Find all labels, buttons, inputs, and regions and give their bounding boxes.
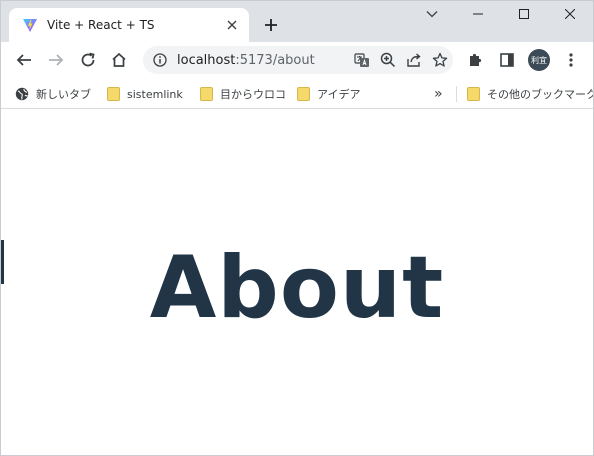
chevron-double-right-icon: »	[434, 86, 443, 102]
bookmarks-bar: 新しいタブ sistemlink 目からウロコ アイデア » その他のブックマー…	[1, 78, 593, 109]
bookmark-label: sistemlink	[127, 87, 183, 101]
new-tab-button[interactable]	[259, 13, 283, 37]
bookmark-folder-sistemlink[interactable]: sistemlink	[107, 83, 183, 105]
folder-icon	[107, 87, 120, 101]
minimize-icon	[473, 13, 483, 15]
bookmark-divider	[456, 86, 457, 102]
chevron-down-icon	[426, 11, 438, 18]
close-window-button[interactable]	[547, 1, 593, 27]
tab-search-button[interactable]	[409, 1, 455, 27]
bookmark-label: 目からウロコ	[220, 88, 286, 101]
bookmark-folder-other[interactable]: その他のブックマーク	[467, 83, 594, 105]
url-text[interactable]: localhost:5173/about	[177, 53, 349, 68]
tab-active[interactable]: Vite + React + TS	[9, 8, 249, 42]
profile-button[interactable]: 利宜	[525, 46, 553, 74]
home-icon	[112, 52, 126, 67]
maximize-icon	[519, 9, 529, 19]
zoom-icon[interactable]	[375, 47, 401, 73]
tab-title: Vite + React + TS	[47, 18, 155, 32]
folder-icon	[467, 87, 480, 101]
puzzle-icon	[470, 53, 482, 66]
minimize-button[interactable]	[455, 1, 501, 27]
arrow-left-icon	[16, 54, 31, 66]
browser-window: Vite + React + TS localhost:5173/about 利…	[0, 0, 594, 456]
side-panel-icon	[500, 53, 514, 67]
back-button[interactable]	[10, 46, 38, 74]
bookmark-folder-mekaraeuroko[interactable]: 目からウロコ	[200, 83, 286, 105]
url-path: :5173/about	[235, 52, 315, 68]
window-controls	[409, 1, 593, 31]
bookmarks-overflow-button[interactable]: »	[434, 83, 443, 105]
address-bar[interactable]: localhost:5173/about	[143, 46, 453, 74]
reload-button[interactable]	[74, 46, 102, 74]
close-icon	[565, 9, 575, 19]
plus-icon	[265, 19, 277, 31]
tab-strip: Vite + React + TS	[1, 1, 593, 42]
kebab-menu-icon	[569, 53, 573, 67]
globe-icon	[15, 87, 29, 101]
translate-icon[interactable]	[349, 47, 375, 73]
share-icon[interactable]	[401, 47, 427, 73]
avatar: 利宜	[528, 49, 550, 71]
forward-button[interactable]	[42, 46, 70, 74]
toolbar: localhost:5173/about 利宜	[1, 42, 593, 78]
folder-icon	[297, 87, 310, 101]
url-host: localhost	[177, 52, 236, 68]
home-button[interactable]	[105, 46, 133, 74]
bookmark-label: 新しいタブ	[36, 88, 91, 101]
page-content: About	[1, 110, 593, 455]
folder-icon	[200, 87, 213, 101]
bookmark-label: その他のブックマーク	[487, 88, 594, 101]
bookmark-label: アイデア	[317, 88, 361, 101]
reload-icon	[81, 52, 95, 67]
bookmark-folder-idea[interactable]: アイデア	[297, 83, 360, 105]
bookmark-star-icon[interactable]	[427, 47, 453, 73]
maximize-button[interactable]	[501, 1, 547, 27]
page-title: About	[149, 238, 445, 338]
menu-button[interactable]	[557, 46, 585, 74]
bookmark-new-tab[interactable]: 新しいタブ	[15, 83, 91, 105]
extensions-button[interactable]	[461, 46, 489, 74]
close-icon[interactable]	[223, 16, 241, 34]
info-icon[interactable]	[151, 47, 169, 73]
side-panel-button[interactable]	[493, 46, 521, 74]
arrow-right-icon	[49, 54, 64, 66]
vite-logo-icon	[21, 16, 39, 34]
